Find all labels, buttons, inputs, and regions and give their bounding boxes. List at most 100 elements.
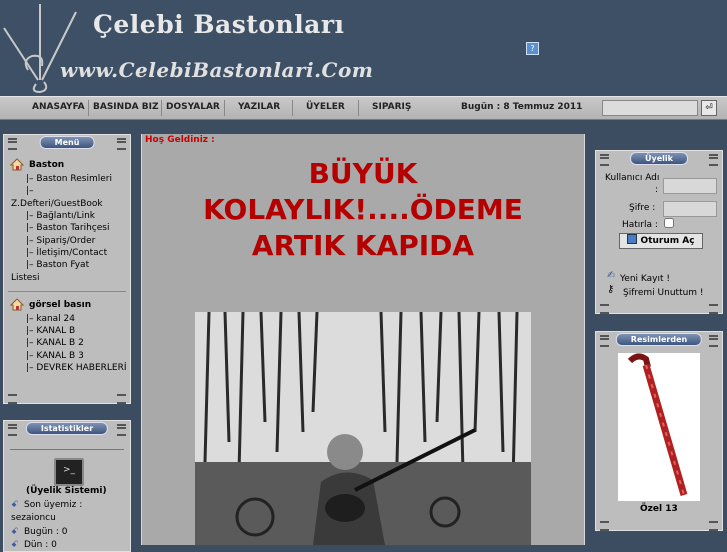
nav-basinda-biz[interactable]: BASINDA BIZ bbox=[93, 102, 159, 112]
key-icon: ⚷ bbox=[607, 284, 615, 295]
members-box-footer bbox=[596, 303, 722, 314]
search-button[interactable]: ⏎ bbox=[701, 100, 717, 116]
grip-icon bbox=[600, 521, 609, 531]
pictures-box-header: Resimlerden bbox=[596, 332, 722, 347]
last-member-name[interactable]: sezaioncu bbox=[11, 513, 56, 523]
grip-icon bbox=[600, 304, 609, 314]
yesterday-count: Dün : 0 bbox=[24, 540, 57, 550]
nav-siparis[interactable]: SIPARIŞ bbox=[372, 102, 411, 112]
promo-line: KOLAYLIK!....ÖDEME bbox=[203, 193, 523, 226]
menu-group-gorsel-basin[interactable]: görsel basın bbox=[29, 300, 91, 310]
stats-box-title: Istatistikler bbox=[25, 422, 109, 435]
grip-icon bbox=[117, 138, 126, 150]
divider bbox=[8, 291, 126, 292]
today-count: Bugün : 0 bbox=[24, 527, 68, 537]
promo-headline: BÜYÜK KOLAYLIK!....ÖDEME ARTIK KAPIDA bbox=[142, 156, 584, 264]
stats-box: Istatistikler >_ (Üyelik Sistemi) ꗃ Son … bbox=[3, 420, 131, 552]
grip-icon bbox=[117, 424, 126, 436]
password-input[interactable] bbox=[663, 201, 717, 217]
last-member-label: Son üyemiz : bbox=[24, 500, 83, 510]
nav-separator bbox=[224, 100, 225, 116]
grip-icon bbox=[8, 424, 17, 436]
menu-box-header: Menü bbox=[4, 135, 130, 150]
forgot-password-link[interactable]: Şifremi Unuttum ! bbox=[623, 288, 704, 298]
menu-item-kanal-b[interactable]: |– KANAL B bbox=[26, 326, 75, 336]
members-box-header: Üyelik bbox=[596, 151, 722, 166]
promo-line: BÜYÜK bbox=[308, 157, 418, 190]
craftsman-photo bbox=[195, 312, 531, 545]
main-content: Hoş Geldiniz : BÜYÜK KOLAYLIK!....ÖDEME … bbox=[141, 134, 585, 545]
nav-separator bbox=[358, 100, 359, 116]
menu-item-guestbook[interactable]: Z.Defteri/GuestBook bbox=[11, 199, 103, 209]
menu-group-baston[interactable]: Baston bbox=[29, 160, 64, 170]
pictures-box-footer bbox=[596, 520, 722, 531]
divider bbox=[10, 449, 124, 450]
menu-item-contact[interactable]: |– İletişim/Contact bbox=[26, 248, 107, 258]
nav-separator bbox=[161, 100, 162, 116]
terminal-icon: >_ bbox=[54, 458, 84, 486]
search-input[interactable] bbox=[602, 100, 698, 116]
grip-icon bbox=[600, 335, 609, 347]
menu-item-kanal-b2[interactable]: |– KANAL B 2 bbox=[26, 338, 84, 348]
menu-item-guestbook-prefix: |– bbox=[26, 186, 34, 196]
login-button[interactable]: Oturum Aç bbox=[619, 233, 703, 249]
menu-item-price-list[interactable]: |– Baston Fyat bbox=[26, 260, 89, 270]
today-date: Bugün : 8 Temmuz 2011 bbox=[461, 102, 583, 112]
site-title: Çelebi Bastonları bbox=[93, 10, 345, 39]
grip-icon bbox=[600, 154, 609, 166]
register-icon: ✍ bbox=[607, 270, 616, 281]
menu-item-order[interactable]: |– Sipariş/Order bbox=[26, 236, 95, 246]
remember-label: Hatırla : bbox=[622, 220, 658, 230]
home-icon bbox=[10, 298, 24, 311]
menu-box-title: Menü bbox=[39, 136, 95, 149]
grip-icon bbox=[709, 335, 718, 347]
register-link[interactable]: Yeni Kayıt ! bbox=[620, 274, 670, 284]
header: Çelebi Bastonları www.CelebiBastonlari.C… bbox=[0, 0, 727, 96]
login-icon bbox=[627, 234, 638, 244]
pictures-box: Resimlerden Özel 13 bbox=[595, 331, 723, 531]
user-icon: ꗃ bbox=[11, 540, 19, 550]
nav-anasayfa[interactable]: ANASAYFA bbox=[32, 102, 85, 112]
members-box: Üyelik Kullanıcı Adı : Şifre : Hatırla :… bbox=[595, 150, 723, 314]
cane-photo[interactable] bbox=[618, 353, 700, 501]
grip-icon bbox=[709, 154, 718, 166]
home-icon bbox=[10, 158, 24, 171]
grip-icon bbox=[709, 521, 718, 531]
remember-checkbox[interactable] bbox=[664, 218, 674, 228]
menu-box-footer bbox=[4, 393, 130, 404]
menu-item-history[interactable]: |– Baston Tarihçesi bbox=[26, 223, 109, 233]
grip-icon bbox=[709, 304, 718, 314]
nav-separator bbox=[292, 100, 293, 116]
password-label: Şifre : bbox=[629, 203, 656, 213]
username-label: Kullanıcı Adı bbox=[605, 173, 660, 183]
grip-icon bbox=[8, 138, 17, 150]
menu-item-link[interactable]: |– Bağlantı/Link bbox=[26, 211, 95, 221]
site-url[interactable]: www.CelebiBastonlari.Com bbox=[60, 58, 373, 82]
username-label-colon: : bbox=[655, 185, 659, 195]
user-icon: ꗃ bbox=[11, 527, 19, 537]
menu-box: Menü Baston |– Baston Resimleri |– Z.Def… bbox=[3, 134, 131, 404]
menu-item-devrek[interactable]: |– DEVREK HABERLERİ bbox=[26, 363, 127, 373]
menu-item-baston-resimleri[interactable]: |– Baston Resimleri bbox=[26, 174, 112, 184]
nav-uyeler[interactable]: ÜYELER bbox=[306, 102, 345, 112]
members-box-title: Üyelik bbox=[630, 152, 688, 165]
menu-item-kanal-24[interactable]: |– kanal 24 bbox=[26, 314, 75, 324]
membership-system-label: (Üyelik Sistemi) bbox=[26, 486, 107, 496]
stats-box-header: Istatistikler bbox=[4, 421, 130, 436]
login-button-label: Oturum Aç bbox=[640, 236, 695, 246]
welcome-text: Hoş Geldiniz : bbox=[145, 135, 215, 145]
nav-dosyalar[interactable]: DOSYALAR bbox=[166, 102, 220, 112]
help-icon[interactable]: ? bbox=[526, 42, 539, 55]
grip-icon bbox=[8, 394, 17, 404]
nav-yazilar[interactable]: YAZILAR bbox=[238, 102, 280, 112]
user-icon: ꗃ bbox=[11, 500, 19, 510]
pictures-box-title: Resimlerden bbox=[615, 333, 703, 346]
username-input[interactable] bbox=[663, 178, 717, 194]
menu-item-price-list-cont[interactable]: Listesi bbox=[11, 273, 39, 283]
nav-separator bbox=[88, 100, 89, 116]
menu-item-kanal-b3[interactable]: |– KANAL B 3 bbox=[26, 351, 84, 361]
promo-line: ARTIK KAPIDA bbox=[251, 229, 475, 262]
grip-icon bbox=[117, 394, 126, 404]
picture-caption[interactable]: Özel 13 bbox=[640, 504, 678, 514]
main-navigation: ANASAYFA BASINDA BIZ DOSYALAR YAZILAR ÜY… bbox=[0, 96, 727, 120]
